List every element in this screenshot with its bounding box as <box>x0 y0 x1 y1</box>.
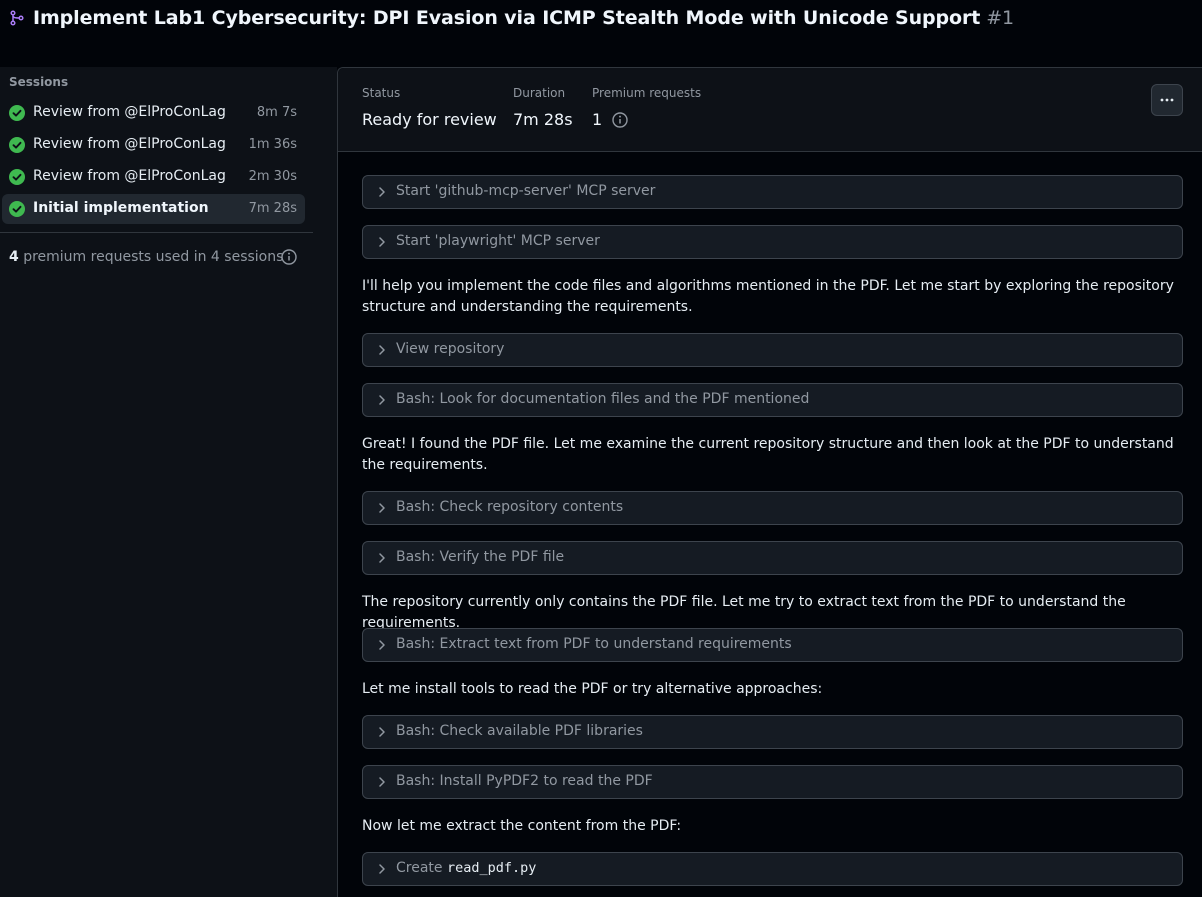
session-item-active[interactable]: Initial implementation 7m 28s <box>2 194 305 224</box>
session-item[interactable]: Review from @ElProConLag 8m 7s <box>2 98 305 128</box>
chevron-right-icon <box>379 187 385 197</box>
step-label: Start 'playwright' MCP server <box>396 233 600 249</box>
chevron-right-icon <box>379 640 385 650</box>
session-status-bar: Status Ready for review Duration 7m 28s … <box>338 68 1202 152</box>
session-duration: 2m 30s <box>248 169 297 184</box>
session-item[interactable]: Review from @ElProConLag 1m 36s <box>2 130 305 160</box>
premium-label: Premium requests <box>592 86 702 100</box>
page-title: Implement Lab1 Cybersecurity: DPI Evasio… <box>33 7 1014 29</box>
step-label: Bash: Extract text from PDF to understan… <box>396 636 792 652</box>
chevron-right-icon <box>379 727 385 737</box>
agent-message: Let me install tools to read the PDF or … <box>362 681 823 697</box>
log-step-collapsible[interactable]: Bash: Verify the PDF file <box>362 541 1183 575</box>
check-circle-icon <box>9 105 25 121</box>
premium-value: 1 <box>592 110 603 129</box>
session-name: Initial implementation <box>33 200 209 216</box>
step-prefix: Create <box>396 860 443 876</box>
agent-message: I'll help you implement the code files a… <box>362 278 1174 315</box>
step-label: Bash: Install PyPDF2 to read the PDF <box>396 773 653 789</box>
more-options-button[interactable] <box>1151 84 1183 116</box>
log-step-collapsible[interactable]: Bash: Extract text from PDF to understan… <box>362 628 1183 662</box>
duration-meta: Duration 7m 28s <box>513 86 573 129</box>
log-step-collapsible[interactable]: Start 'github-mcp-server' MCP server <box>362 175 1183 209</box>
chevron-right-icon <box>379 503 385 513</box>
log-step-collapsible[interactable]: Create read_pdf.py <box>362 852 1183 886</box>
step-label: Create read_pdf.py <box>396 860 536 876</box>
session-item[interactable]: Review from @ElProConLag 2m 30s <box>2 162 305 192</box>
file-name: read_pdf.py <box>446 860 537 876</box>
session-duration: 1m 36s <box>248 137 297 152</box>
step-label: View repository <box>396 341 505 357</box>
session-name: Review from @ElProConLag <box>33 136 226 152</box>
check-circle-icon <box>9 137 25 153</box>
step-label: Start 'github-mcp-server' MCP server <box>396 183 656 199</box>
step-label: Bash: Verify the PDF file <box>396 549 565 565</box>
check-circle-icon <box>9 201 25 217</box>
sessions-sidebar: Sessions Review from @ElProConLag 8m 7s … <box>0 67 337 897</box>
premium-meta: Premium requests 1 <box>592 86 701 129</box>
kebab-horizontal-icon <box>1160 98 1174 102</box>
log-step-collapsible[interactable]: Bash: Check available PDF libraries <box>362 715 1183 749</box>
chevron-right-icon <box>379 345 385 355</box>
check-circle-icon <box>9 169 25 185</box>
status-label: Status <box>362 86 401 100</box>
agent-message: Great! I found the PDF file. Let me exam… <box>362 436 1174 473</box>
log-step-collapsible[interactable]: View repository <box>362 333 1183 367</box>
chevron-right-icon <box>379 395 385 405</box>
sidebar-divider <box>0 232 313 233</box>
info-icon[interactable] <box>612 111 628 128</box>
status-value: Ready for review <box>362 110 497 129</box>
session-name: Review from @ElProConLag <box>33 104 226 120</box>
premium-value-row: 1 <box>592 110 701 129</box>
usage-text: premium requests used in 4 sessions <box>18 249 284 265</box>
title-text: Implement Lab1 Cybersecurity: DPI Evasio… <box>33 7 981 29</box>
log-step-collapsible[interactable]: Bash: Look for documentation files and t… <box>362 383 1183 417</box>
status-meta: Status Ready for review <box>362 86 497 129</box>
log-step-collapsible[interactable]: Bash: Check repository contents <box>362 491 1183 525</box>
duration-value: 7m 28s <box>513 110 573 129</box>
chevron-right-icon <box>379 864 385 874</box>
duration-label: Duration <box>513 86 566 100</box>
session-detail-panel: Status Ready for review Duration 7m 28s … <box>337 67 1202 897</box>
step-label: Bash: Check repository contents <box>396 499 624 515</box>
git-pull-request-icon <box>10 10 24 26</box>
log-step-collapsible[interactable]: Start 'playwright' MCP server <box>362 225 1183 259</box>
chevron-right-icon <box>379 553 385 563</box>
premium-usage-summary: 4 premium requests used in 4 sessions <box>9 249 283 265</box>
step-label: Bash: Look for documentation files and t… <box>396 391 810 407</box>
session-duration: 8m 7s <box>256 105 297 120</box>
session-duration: 7m 28s <box>248 201 297 216</box>
step-label: Bash: Check available PDF libraries <box>396 723 643 739</box>
chevron-right-icon <box>379 237 385 247</box>
session-name: Review from @ElProConLag <box>33 168 226 184</box>
usage-count: 4 <box>9 249 19 265</box>
log-step-collapsible[interactable]: Bash: Install PyPDF2 to read the PDF <box>362 765 1183 799</box>
pr-number: #1 <box>986 7 1015 29</box>
agent-message: Now let me extract the content from the … <box>362 818 682 834</box>
sessions-heading: Sessions <box>9 75 69 89</box>
page-header: Implement Lab1 Cybersecurity: DPI Evasio… <box>0 0 1202 40</box>
chevron-right-icon <box>379 777 385 787</box>
info-icon[interactable] <box>281 249 297 265</box>
